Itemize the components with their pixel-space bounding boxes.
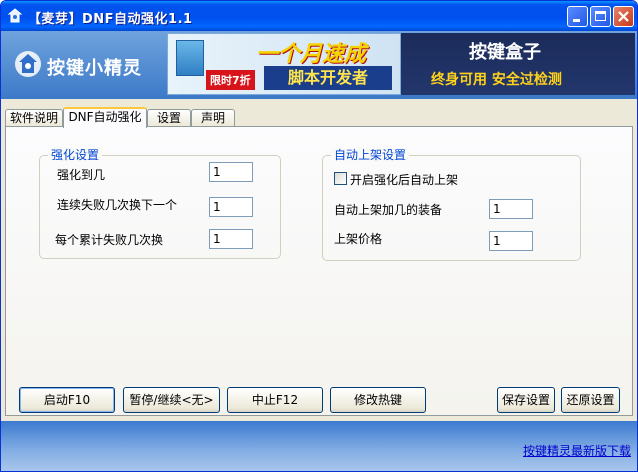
ad-banner-left[interactable]: 一个月速成 限时7折 脚本开发者 [167,33,401,95]
enhance-settings-group: 强化设置 强化到几 1 连续失败几次换下一个 1 每个累计失败几次换 1 [39,148,281,259]
minimize-button[interactable] [567,6,588,27]
logo-icon [15,51,41,77]
change-hotkey-button[interactable]: 修改热键 [330,387,426,413]
download-latest-link[interactable]: 按键精灵最新版下载 [523,442,631,459]
consecutive-fail-input[interactable]: 1 [209,197,253,217]
product-box-image [176,40,204,76]
maximize-button[interactable] [590,6,611,27]
title-bar[interactable]: 【麦芽】DNF自动强化1.1 [1,1,637,31]
logo-text: 按键小精灵 [47,58,142,79]
header-banner: 按键小精灵 一个月速成 限时7折 脚本开发者 按键盒子 终身可用 安全过检测 [1,31,637,99]
ad-right-slogan: 终身可用 安全过检测 [431,72,562,88]
close-icon [618,11,629,22]
pause-resume-button[interactable]: 暂停/继续<无> [123,387,220,413]
listing-group-title: 自动上架设置 [331,148,410,162]
enhance-level-input[interactable]: 1 [209,162,253,182]
start-button[interactable]: 启动F10 [19,387,115,413]
total-fail-label: 每个累计失败几次换 [55,233,164,247]
maximize-icon [595,11,606,21]
enhance-group-title: 强化设置 [48,148,103,162]
total-fail-input[interactable]: 1 [209,229,253,249]
ad-right-title: 按键盒子 [469,42,541,63]
logo[interactable]: 按键小精灵 [13,46,163,82]
app-icon [7,8,23,23]
tab-settings[interactable]: 设置 [147,109,191,126]
consecutive-fail-label: 连续失败几次换下一个 [57,198,178,212]
save-settings-button[interactable]: 保存设置 [497,387,555,413]
footer-bar: 按键精灵最新版下载 [1,421,637,471]
window-title: 【麦芽】DNF自动强化1.1 [28,12,193,27]
ad-headline: 一个月速成 [256,42,367,67]
stop-button[interactable]: 中止F12 [227,387,323,413]
listing-price-input[interactable]: 1 [489,231,533,251]
ad-banner-right[interactable]: 按键盒子 终身可用 安全过检测 [401,33,635,95]
tab-panel: 强化设置 强化到几 1 连续失败几次换下一个 1 每个累计失败几次换 1 自动上… [5,126,633,416]
minimize-icon [573,19,580,22]
listing-level-label: 自动上架加几的装备 [334,203,443,217]
listing-price-label: 上架价格 [334,232,383,246]
ad-badge: 限时7折 [206,70,255,90]
ad-subline: 脚本开发者 [264,66,392,90]
auto-listing-checkbox[interactable] [334,172,347,185]
listing-level-input[interactable]: 1 [489,199,533,219]
tab-dnf-auto-enhance[interactable]: DNF自动强化 [63,107,147,128]
app-window: 【麦芽】DNF自动强化1.1 按键小精灵 一个月速成 限时7折 脚本开发者 按键… [0,0,638,472]
tab-statement[interactable]: 声明 [191,109,235,126]
auto-listing-group: 自动上架设置 开启强化后自动上架 自动上架加几的装备 1 上架价格 1 [322,148,581,261]
enhance-level-label: 强化到几 [57,168,106,182]
auto-listing-checkbox-label[interactable]: 开启强化后自动上架 [350,171,458,188]
close-button[interactable] [613,6,634,27]
restore-settings-button[interactable]: 还原设置 [561,387,620,413]
tab-software-info[interactable]: 软件说明 [5,109,63,126]
